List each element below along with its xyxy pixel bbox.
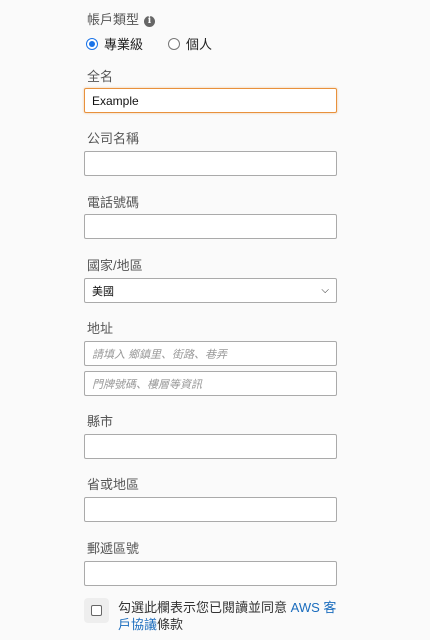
company-name-input[interactable]: [84, 151, 337, 176]
phone-input[interactable]: [84, 214, 337, 239]
account-type-label: 帳戶類型 i: [87, 9, 156, 28]
address-line2-input[interactable]: 門牌號碼、樓層等資訊: [84, 371, 337, 396]
full-name-input[interactable]: Example: [84, 88, 337, 113]
country-label: 國家/地區: [87, 258, 143, 273]
agreement-text: 勾選此欄表示您已閱讀並同意 AWS 客戶協議條款: [118, 600, 337, 632]
phone-label: 電話號碼: [87, 195, 140, 210]
agreement-checkbox-wrapper[interactable]: [84, 598, 109, 623]
full-name-label: 全名: [87, 69, 114, 84]
radio-professional-label: 專業級: [104, 37, 144, 52]
radio-personal[interactable]: [168, 37, 181, 50]
radio-professional[interactable]: [86, 37, 98, 50]
radio-personal-label: 個人: [186, 37, 213, 52]
radio-option-professional[interactable]: 專業級: [86, 34, 143, 53]
address-label: 地址: [87, 321, 114, 336]
city-label: 縣市: [87, 414, 114, 429]
postal-code-label: 郵遞區號: [87, 541, 140, 556]
state-input[interactable]: [84, 497, 337, 522]
agreement-checkbox[interactable]: [91, 605, 102, 616]
country-selected-value: 美國: [92, 285, 114, 298]
postal-code-input[interactable]: [84, 561, 337, 586]
account-type-radio-group: 專業級 個人: [86, 34, 237, 53]
chevron-down-icon: ⌵: [321, 285, 329, 296]
country-select[interactable]: 美國 ⌵: [84, 278, 337, 303]
info-icon[interactable]: i: [144, 16, 156, 27]
state-label: 省或地區: [87, 477, 140, 492]
city-input[interactable]: [84, 434, 337, 459]
address-line1-input[interactable]: 請填入 鄉鎮里、街路、巷弄: [84, 341, 337, 366]
radio-option-personal[interactable]: 個人: [168, 34, 212, 53]
company-name-label: 公司名稱: [87, 131, 140, 146]
